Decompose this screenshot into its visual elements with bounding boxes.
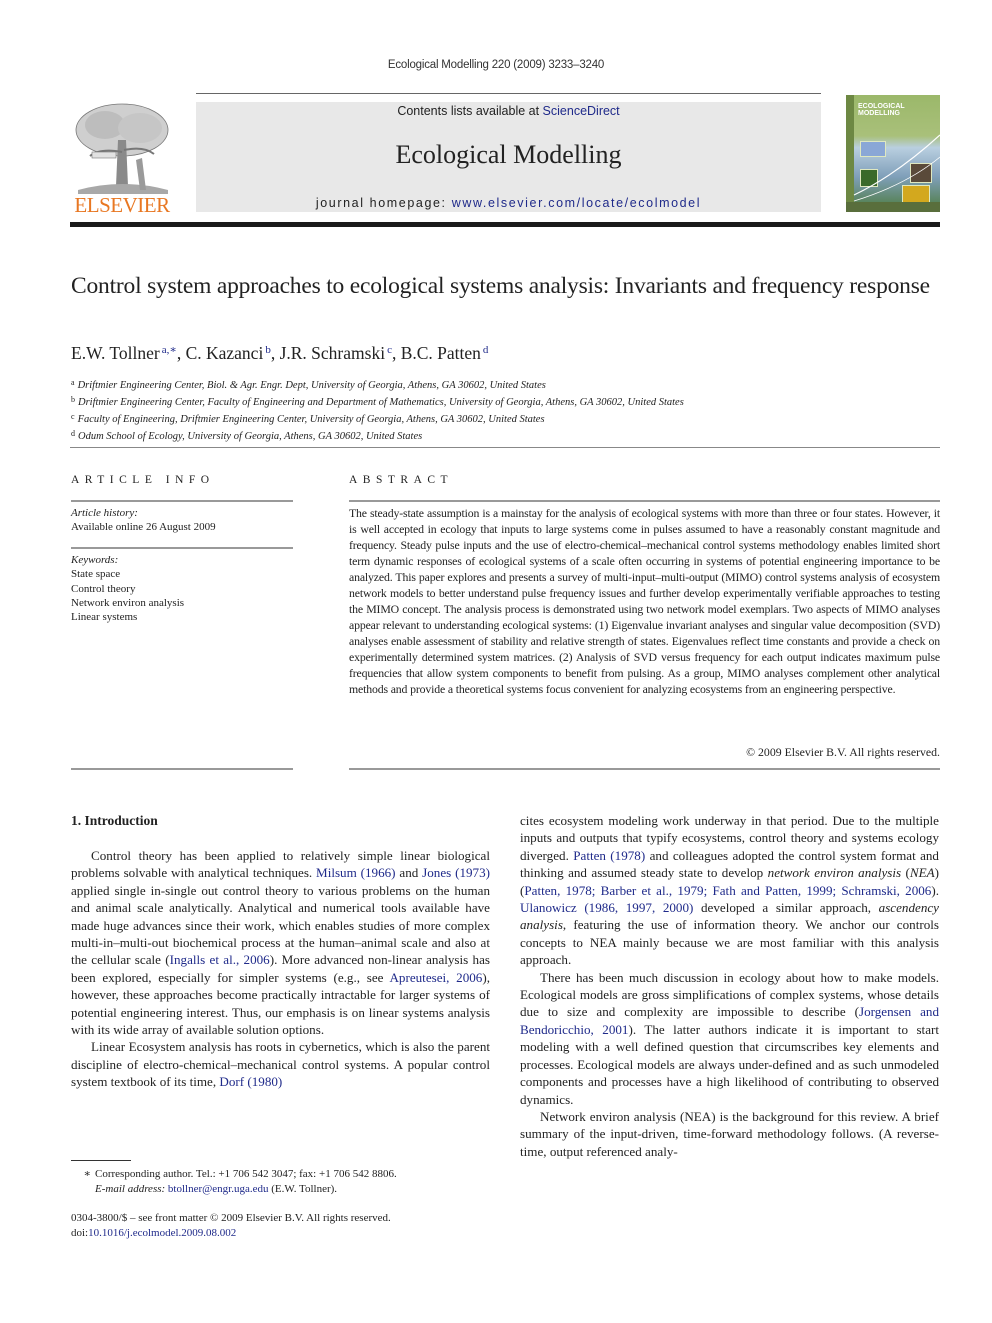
homepage-label: journal homepage: (315, 196, 452, 210)
affiliation-item: a Driftmier Engineering Center, Biol. & A… (71, 376, 931, 393)
abstract-rule (349, 500, 940, 502)
homepage-link[interactable]: www.elsevier.com/locate/ecolmodel (452, 196, 701, 210)
citation-link[interactable]: Patten (1978) (573, 848, 645, 863)
front-matter-text: 0304-3800/$ – see front matter © 2009 El… (71, 1212, 391, 1224)
paragraph: Control theory has been applied to relat… (71, 848, 491, 1038)
paragraph: Linear Ecosystem analysis has roots in c… (71, 1039, 490, 1090)
footnote-marker: ∗ (83, 1168, 91, 1180)
article-info-heading: ARTICLE INFO (71, 474, 215, 486)
masthead-top-rule (196, 93, 821, 94)
affiliation-text: Faculty of Engineering, Driftmier Engine… (77, 414, 545, 425)
section-heading-introduction: 1. Introduction (71, 813, 158, 828)
affiliation-text: Driftmier Engineering Center, Biol. & Ag… (77, 380, 546, 391)
keywords-label: Keywords: (71, 554, 119, 566)
affiliation-key: a (71, 378, 75, 387)
author-name: J.R. Schramski (279, 343, 386, 363)
author-name: E.W. Tollner (71, 343, 160, 363)
masthead-rule (70, 222, 940, 227)
author-name: B.C. Patten (400, 343, 481, 363)
abstract-heading: ABSTRACT (349, 474, 454, 486)
paragraph: Network environ analysis (NEA) is the ba… (520, 1108, 939, 1159)
doi-link[interactable]: 10.1016/j.ecolmodel.2009.08.002 (88, 1227, 236, 1239)
keyword-item: Control theory (71, 582, 136, 595)
journal-name: Ecological Modelling (395, 140, 622, 169)
affiliation-marker[interactable]: c (387, 344, 392, 356)
history-label: Article history: (71, 507, 138, 519)
affiliation-rule (70, 447, 940, 448)
affiliation-item: b Driftmier Engineering Center, Faculty o… (71, 393, 931, 410)
citation-link[interactable]: Ulanowicz (1986, 1997, 2000) (520, 900, 693, 915)
article-title: Control system approaches to ecological … (71, 273, 930, 299)
keywords: Keywords: State space Control theory Netwo… (71, 553, 184, 624)
article-info-bottom-rule (71, 768, 293, 770)
abstract-bottom-rule (349, 768, 940, 770)
corresponding-author-footnote: ∗ Corresponding author. Tel.: +1 706 542 … (71, 1167, 501, 1197)
author-name: C. Kazanci (185, 343, 264, 363)
keyword-item: Linear systems (71, 611, 138, 624)
journal-homepage: journal homepage: www.elsevier.com/locat… (196, 196, 821, 210)
keywords-list: State space Control theory Network environ… (71, 567, 184, 624)
emphasized-term: network environ analysis (767, 865, 902, 881)
sciencedirect-link[interactable]: ScienceDirect (543, 104, 620, 118)
affiliation-text: Odum School of Ecology, University of Ge… (78, 431, 423, 442)
corresponding-author-text: Corresponding author. Tel.: +1 706 542 3… (95, 1168, 397, 1180)
body-left-column: Control theory has been applied to relat… (71, 847, 490, 1091)
citation-link[interactable]: Milsum (1966) (316, 865, 396, 880)
email-link[interactable]: btollner@engr.uga.edu (168, 1183, 269, 1195)
doi-label: doi: (71, 1227, 89, 1239)
footnote-rule (71, 1160, 131, 1161)
affiliation-item: c Faculty of Engineering, Driftmier Engin… (71, 410, 931, 427)
paragraph: cites ecosystem modeling work underway i… (520, 813, 939, 968)
contents-line: Contents lists available at ScienceDirec… (196, 104, 821, 118)
affiliation-marker[interactable]: b (265, 344, 271, 356)
citation-link[interactable]: Patten, 1978; Barber et al., 1979; Fath … (524, 883, 931, 898)
affiliation-text: Driftmier Engineering Center, Faculty of… (78, 397, 684, 408)
article-info-rule (71, 500, 293, 502)
body-right-column: cites ecosystem modeling work underway i… (520, 812, 939, 1160)
author-list: E.W. Tollner a,∗, C. Kazanci b, J.R. Schra… (71, 343, 489, 363)
affiliation-item: d Odum School of Ecology, University of G… (71, 427, 931, 444)
email-suffix: (E.W. Tollner). (268, 1183, 338, 1195)
citation-link[interactable]: Jones (1973) (422, 865, 490, 880)
abstract-copyright: © 2009 Elsevier B.V. All rights reserved… (746, 745, 940, 759)
affiliation-marker[interactable]: d (483, 344, 489, 356)
affiliation-marker[interactable]: a,∗ (162, 344, 177, 356)
article-history: Article history: Available online 26 Aug… (71, 506, 216, 535)
keywords-rule (71, 547, 293, 549)
keyword-item: Network environ analysis (71, 596, 185, 609)
paragraph: There has been much discussion in ecolog… (520, 969, 940, 1107)
emphasized-term: NEA (909, 865, 935, 881)
email-label: E-mail address: (95, 1183, 166, 1195)
keyword-item: State space (71, 568, 121, 581)
cover-curve-icon (853, 134, 940, 202)
citation-link[interactable]: Ingalls et al., 2006 (170, 952, 270, 967)
journal-cover-image: ECOLOGICAL MODELLING (846, 95, 940, 212)
citation-link[interactable]: Dorf (1980) (219, 1074, 282, 1089)
affiliations: a Driftmier Engineering Center, Biol. & A… (71, 376, 931, 444)
citation-link[interactable]: Apreutesei, 2006 (389, 970, 482, 985)
history-value: Available online 26 August 2009 (71, 521, 216, 534)
abstract-text: The steady-state assumption is a mainsta… (349, 506, 940, 696)
running-head: Ecological Modelling 220 (2009) 3233–324… (387, 59, 605, 71)
elsevier-wordmark: ELSEVIER (74, 193, 170, 217)
affiliation-key: b (71, 395, 75, 404)
contents-prefix: Contents lists available at (397, 104, 543, 118)
citation-link[interactable]: Jorgensen and Bendoricchio, 2001 (520, 1004, 939, 1036)
front-matter: 0304-3800/$ – see front matter © 2009 El… (71, 1211, 501, 1241)
affiliation-key: c (71, 412, 75, 421)
cover-footer (846, 202, 940, 212)
affiliation-key: d (71, 429, 75, 438)
